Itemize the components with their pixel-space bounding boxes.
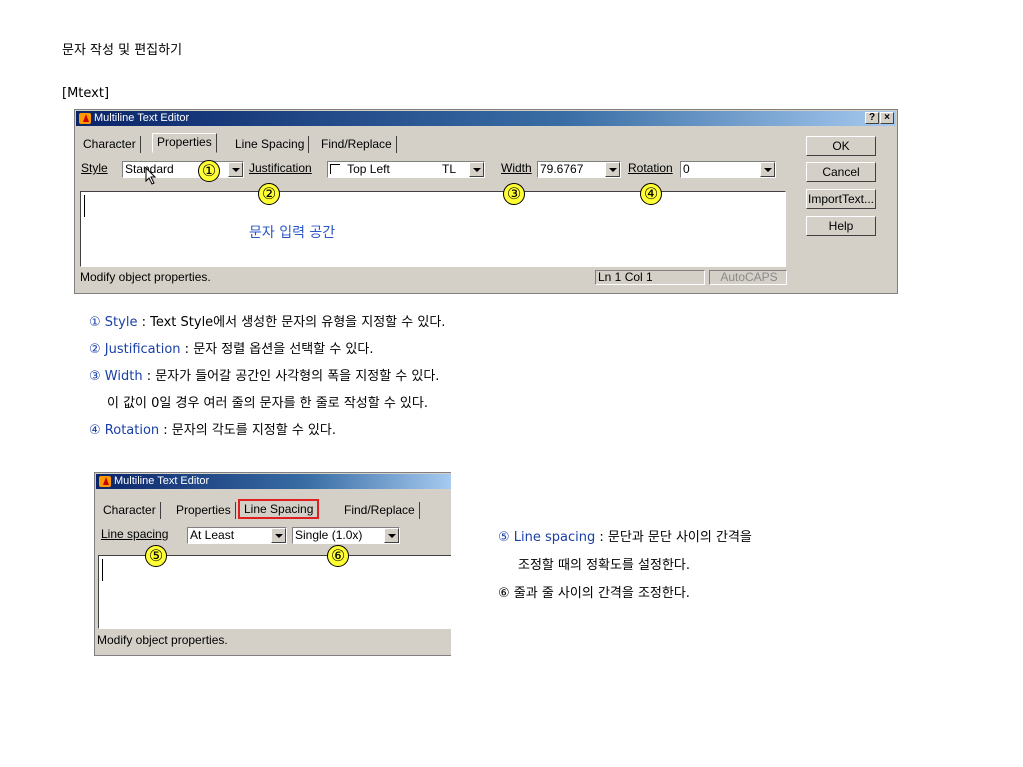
width-dropdown-arrow-icon[interactable] — [605, 162, 620, 177]
badge-2: ② — [258, 183, 280, 205]
rotation-dropdown-arrow-icon[interactable] — [760, 162, 775, 177]
note-kw: ① Style — [89, 315, 138, 330]
status-text: Modify object properties. — [80, 270, 211, 284]
note-text: : 문자 정렬 옵션을 선택할 수 있다. — [180, 342, 374, 357]
autocad-app-icon — [99, 476, 111, 487]
status-autocaps: AutoCAPS — [709, 270, 787, 285]
autocad-app-icon — [79, 113, 91, 124]
note-kw: ③ Width — [89, 369, 143, 384]
width-combo[interactable]: 79.6767 — [537, 161, 621, 178]
note-justification: ② Justification : 문자 정렬 옵션을 선택할 수 있다. — [89, 338, 445, 365]
tab-line-spacing[interactable]: Line Spacing — [238, 499, 320, 519]
dialog2-title: Multiline Text Editor — [114, 475, 210, 487]
status-bar: Modify object properties. Ln 1 Col 1 Aut… — [79, 270, 787, 286]
justification-value: Top Left — [347, 162, 390, 176]
line-spacing-dialog-crop: Multiline Text Editor Character Properti… — [94, 472, 451, 656]
status-text-2: Modify object properties. — [97, 633, 228, 647]
cancel-button[interactable]: Cancel — [806, 162, 876, 182]
note-kw: ② Justification — [89, 342, 181, 357]
note-text: 이 값이 0일 경우 여러 줄의 문자를 한 줄로 작성할 수 있다. — [107, 396, 428, 411]
note-text: : 문자가 들어갈 공간인 사각형의 폭을 지정할 수 있다. — [142, 369, 440, 384]
note-text: 조정할 때의 정확도를 설정한다. — [518, 558, 691, 573]
close-title-button[interactable]: × — [880, 112, 894, 124]
badge-5: ⑤ — [145, 545, 167, 567]
import-text-button[interactable]: ImportText... — [806, 189, 876, 209]
spacing-factor-value: Single (1.0x) — [295, 528, 363, 542]
justification-combo[interactable]: Top Left TL — [327, 161, 485, 178]
tab-properties[interactable]: Properties — [152, 133, 217, 153]
notes-line-spacing: ⑤ Line spacing : 문단과 문단 사이의 간격을 조정할 때의 정… — [498, 526, 752, 610]
status-line-col: Ln 1 Col 1 — [595, 270, 705, 285]
width-value: 79.6767 — [540, 162, 584, 176]
rotation-label: Rotation — [628, 161, 673, 175]
tab-find-replace[interactable]: Find/Replace — [317, 136, 397, 153]
justification-code: TL — [442, 162, 457, 176]
note-kw: ⑤ Line spacing — [498, 530, 596, 545]
note-style: ① Style : Text Style에서 생성한 문자의 유형을 지정할 수… — [89, 311, 445, 338]
style-label: Style — [81, 161, 108, 175]
text-caret — [102, 559, 103, 581]
badge-6: ⑥ — [327, 545, 349, 567]
badge-4: ④ — [640, 183, 662, 205]
tab-character[interactable]: Character — [79, 136, 141, 153]
dialog-title-bar[interactable]: Multiline Text Editor ? × — [76, 111, 896, 126]
note-kw: ④ Rotation — [89, 423, 160, 438]
dialog-title: Multiline Text Editor — [94, 112, 190, 124]
badge-3: ③ — [503, 183, 525, 205]
tab-strip: Character Properties Line Spacing Find/R… — [79, 133, 799, 154]
note-text: : 문단과 문단 사이의 간격을 — [595, 530, 752, 545]
text-input-area[interactable]: 문자 입력 공간 — [80, 191, 786, 267]
style-dropdown-arrow-icon[interactable] — [228, 162, 243, 177]
line-spacing-value: At Least — [190, 528, 235, 542]
spacing-factor-dropdown-arrow-icon[interactable] — [384, 528, 399, 543]
note-line-spacing: ⑤ Line spacing : 문단과 문단 사이의 간격을 — [498, 526, 752, 554]
justification-icon — [330, 164, 340, 174]
line-spacing-combo[interactable]: At Least — [187, 527, 287, 544]
note-rotation: ④ Rotation : 문자의 각도를 지정할 수 있다. — [89, 419, 445, 446]
note-width: ③ Width : 문자가 들어갈 공간인 사각형의 폭을 지정할 수 있다. — [89, 365, 445, 392]
note-line-spacing-extra: 조정할 때의 정확도를 설정한다. — [498, 554, 752, 582]
tab-line-spacing[interactable]: Line Spacing — [231, 136, 310, 153]
rotation-value: 0 — [683, 162, 690, 176]
spacing-factor-combo[interactable]: Single (1.0x) — [292, 527, 400, 544]
notes-properties: ① Style : Text Style에서 생성한 문자의 유형을 지정할 수… — [89, 311, 445, 446]
tab-find-replace[interactable]: Find/Replace — [340, 502, 420, 519]
help-title-button[interactable]: ? — [865, 112, 879, 124]
note-text: ⑥ 줄과 줄 사이의 간격을 조정한다. — [498, 586, 690, 601]
width-label: Width — [501, 161, 532, 175]
justification-dropdown-arrow-icon[interactable] — [469, 162, 484, 177]
tab-properties[interactable]: Properties — [172, 502, 236, 519]
line-spacing-dropdown-arrow-icon[interactable] — [271, 528, 286, 543]
text-area-hint: 문자 입력 공간 — [249, 225, 336, 241]
note-spacing-factor: ⑥ 줄과 줄 사이의 간격을 조정한다. — [498, 582, 752, 610]
document-title: 문자 작성 및 편집하기 — [62, 43, 183, 58]
note-text: : Text Style에서 생성한 문자의 유형을 지정할 수 있다. — [137, 315, 446, 330]
line-spacing-label: Line spacing — [101, 527, 169, 541]
note-text: : 문자의 각도를 지정할 수 있다. — [159, 423, 336, 438]
mouse-pointer-icon — [145, 167, 157, 185]
tab-strip-2: Character Properties Line Spacing Find/R… — [99, 499, 449, 520]
text-caret — [84, 195, 85, 217]
badge-1: ① — [198, 160, 220, 182]
help-button[interactable]: Help — [806, 216, 876, 236]
note-width-extra: 이 값이 0일 경우 여러 줄의 문자를 한 줄로 작성할 수 있다. — [89, 392, 445, 419]
tab-character[interactable]: Character — [99, 502, 161, 519]
status-bar-2: Modify object properties. — [97, 633, 228, 647]
section-label: [Mtext] — [62, 86, 110, 101]
multiline-text-editor-dialog: Multiline Text Editor ? × Character Prop… — [74, 109, 898, 294]
ok-button[interactable]: OK — [806, 136, 876, 156]
rotation-combo[interactable]: 0 — [680, 161, 776, 178]
justification-label: Justification — [249, 161, 312, 175]
style-combo[interactable]: Standard — [122, 161, 244, 178]
dialog2-title-bar[interactable]: Multiline Text Editor — [96, 474, 451, 489]
